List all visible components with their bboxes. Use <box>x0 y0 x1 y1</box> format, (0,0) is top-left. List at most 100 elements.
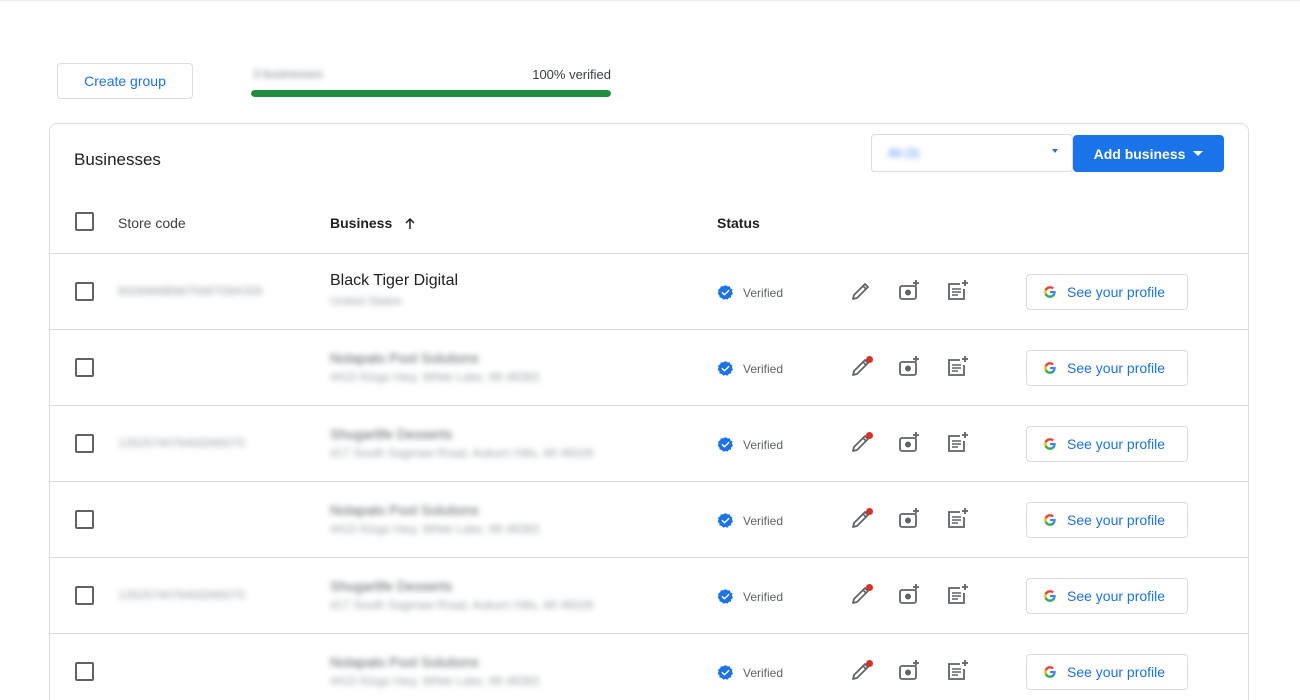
add-photo-button[interactable] <box>896 582 922 608</box>
add-photo-button[interactable] <box>896 430 922 456</box>
see-profile-label: See your profile <box>1067 664 1166 680</box>
business-name[interactable]: Shugarlife Desserts <box>330 426 452 442</box>
verified-badge-icon <box>717 665 733 680</box>
store-code: 1262574076400095070 <box>118 588 245 602</box>
google-g-icon <box>1044 286 1056 298</box>
pencil-icon <box>852 283 869 300</box>
row-checkbox[interactable] <box>75 358 94 377</box>
add-photo-button[interactable] <box>896 658 922 684</box>
status-cell: Verified <box>717 512 783 529</box>
business-name[interactable]: Nolapalo Pool Solutions <box>330 654 479 670</box>
business-address: 417 South Saginaw Road, Auburn Hills, MI… <box>330 598 594 612</box>
edit-profile-button[interactable] <box>848 354 874 380</box>
business-address: 4415 Kings Hwy, White Lake, MI 48383 <box>330 370 540 384</box>
google-g-icon <box>1044 666 1056 678</box>
select-all-checkbox[interactable] <box>75 212 94 231</box>
row-checkbox[interactable] <box>75 662 94 681</box>
verified-badge-icon <box>717 361 733 376</box>
column-business[interactable]: Business <box>330 215 416 231</box>
see-profile-button[interactable]: See your profile <box>1026 578 1188 614</box>
status-cell: Verified <box>717 664 783 681</box>
add-photo-button[interactable] <box>896 278 922 304</box>
status-label: Verified <box>743 665 784 680</box>
status-label: Verified <box>743 513 784 528</box>
row-checkbox[interactable] <box>75 282 94 301</box>
add-post-button[interactable] <box>944 430 970 456</box>
edit-profile-button[interactable] <box>848 658 874 684</box>
create-group-button[interactable]: Create group <box>57 63 193 99</box>
add-post-button[interactable] <box>944 658 970 684</box>
see-profile-button[interactable]: See your profile <box>1026 426 1188 462</box>
business-name[interactable]: Nolapalo Pool Solutions <box>330 502 479 518</box>
table-row: 8006868B8875987D8A305 Black Tiger Digita… <box>50 254 1248 330</box>
add-photo-icon <box>899 508 919 528</box>
see-profile-label: See your profile <box>1067 588 1166 604</box>
row-checkbox[interactable] <box>75 510 94 529</box>
add-post-icon <box>948 432 968 452</box>
add-photo-icon <box>899 432 919 452</box>
add-post-icon <box>948 280 968 300</box>
edit-profile-button[interactable] <box>848 506 874 532</box>
google-g-icon <box>1044 438 1056 450</box>
business-address: 4415 Kings Hwy, White Lake, MI 48383 <box>330 522 540 536</box>
status-label: Verified <box>743 437 784 452</box>
see-profile-button[interactable]: See your profile <box>1026 274 1188 310</box>
add-photo-button[interactable] <box>896 506 922 532</box>
row-checkbox[interactable] <box>75 434 94 453</box>
alert-dot <box>866 660 873 667</box>
edit-profile-button[interactable] <box>848 430 874 456</box>
edit-profile-button[interactable] <box>848 278 874 304</box>
add-photo-icon <box>899 660 919 680</box>
status-label: Verified <box>743 361 784 376</box>
verified-badge-icon <box>717 589 733 604</box>
see-profile-label: See your profile <box>1067 512 1166 528</box>
progress-fill <box>251 90 611 97</box>
business-name[interactable]: Shugarlife Desserts <box>330 578 452 594</box>
see-profile-button[interactable]: See your profile <box>1026 654 1188 690</box>
status-label: Verified <box>743 285 784 300</box>
add-post-button[interactable] <box>944 506 970 532</box>
add-post-button[interactable] <box>944 582 970 608</box>
add-photo-icon <box>899 356 919 376</box>
business-address: 4415 Kings Hwy, White Lake, MI 48383 <box>330 674 540 688</box>
status-cell: Verified <box>717 360 783 377</box>
top-divider <box>0 0 1300 1</box>
add-post-button[interactable] <box>944 278 970 304</box>
progress-business-count: 3 businesses <box>253 67 324 81</box>
status-cell: Verified <box>717 284 783 301</box>
filter-value: All (3) <box>888 146 920 160</box>
add-post-icon <box>948 508 968 528</box>
google-g-icon <box>1044 362 1056 374</box>
alert-dot <box>866 584 873 591</box>
business-filter-select[interactable]: All (3) <box>871 134 1073 172</box>
add-photo-button[interactable] <box>896 354 922 380</box>
google-g-icon <box>1044 590 1056 602</box>
see-profile-button[interactable]: See your profile <box>1026 350 1188 386</box>
verified-badge-icon <box>717 513 733 528</box>
add-post-icon <box>948 584 968 604</box>
verified-badge-icon <box>717 285 733 300</box>
verified-badge-icon <box>717 437 733 452</box>
arrow-up-icon <box>405 218 415 229</box>
see-profile-button[interactable]: See your profile <box>1026 502 1188 538</box>
see-profile-label: See your profile <box>1067 436 1166 452</box>
column-business-label: Business <box>330 215 393 231</box>
table-row: 1262574076400095070 Shugarlife Desserts … <box>50 406 1248 482</box>
add-business-label: Add business <box>1093 145 1186 162</box>
add-post-button[interactable] <box>944 354 970 380</box>
row-checkbox[interactable] <box>75 586 94 605</box>
table-row: Nolapalo Pool Solutions 4415 Kings Hwy, … <box>50 330 1248 406</box>
table-row: 1262574076400095070 Shugarlife Desserts … <box>50 558 1248 634</box>
add-business-button[interactable]: Add business <box>1073 135 1224 172</box>
alert-dot <box>866 432 873 439</box>
see-profile-label: See your profile <box>1067 284 1166 300</box>
business-address: United States <box>330 294 403 308</box>
business-name[interactable]: Black Tiger Digital <box>330 272 458 290</box>
store-code: 8006868B8875987D8A305 <box>118 284 263 298</box>
edit-profile-button[interactable] <box>848 582 874 608</box>
business-name[interactable]: Nolapalo Pool Solutions <box>330 350 479 366</box>
column-store-code[interactable]: Store code <box>118 215 186 231</box>
table-header: Store code Business Status <box>50 202 1248 254</box>
alert-dot <box>866 356 873 363</box>
google-g-icon <box>1044 514 1056 526</box>
